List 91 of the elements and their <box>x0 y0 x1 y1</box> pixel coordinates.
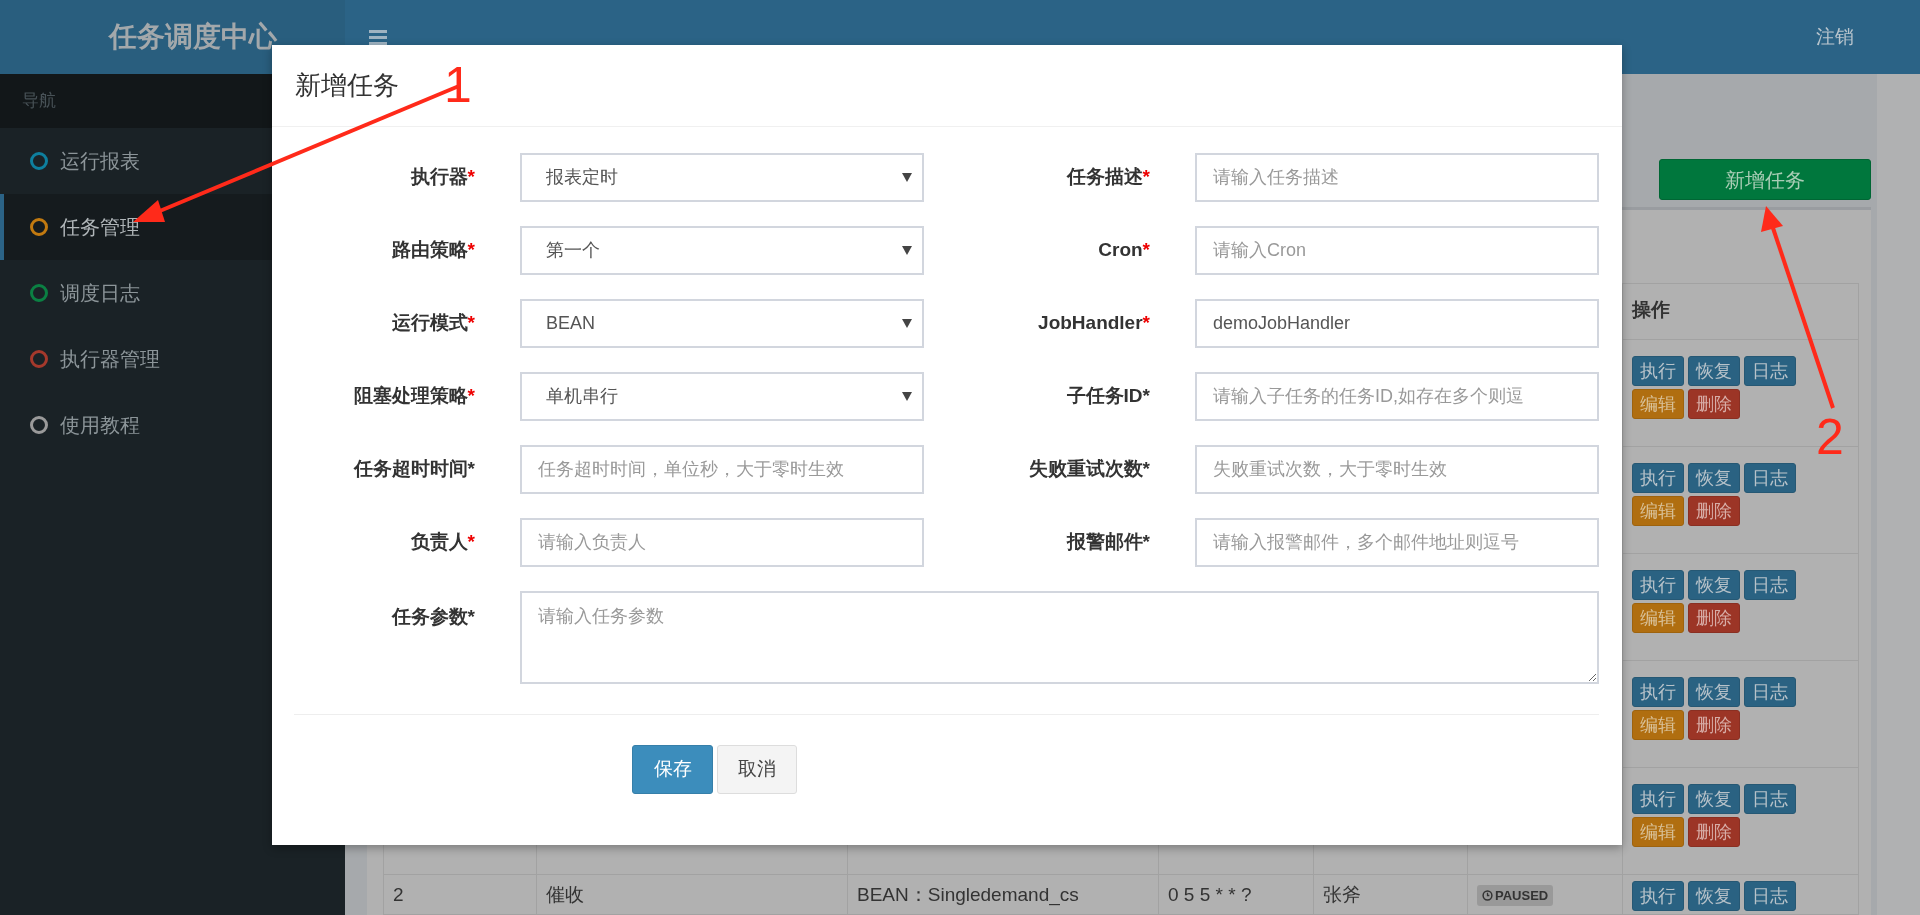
action-button[interactable]: 恢复 <box>1688 881 1740 911</box>
circle-icon <box>30 218 48 236</box>
input-field[interactable]: 请输入任务描述 <box>1195 153 1599 202</box>
action-button[interactable]: 日志 <box>1744 356 1796 386</box>
circle-icon <box>30 284 48 302</box>
action-button[interactable]: 恢复 <box>1688 463 1740 493</box>
action-button[interactable]: 执行 <box>1632 677 1684 707</box>
sidebar-label: 运行报表 <box>60 149 140 174</box>
action-button[interactable]: 删除 <box>1688 496 1740 526</box>
column-header: 操作 <box>1622 283 1859 340</box>
caret-icon <box>902 319 912 328</box>
caret-icon <box>902 246 912 255</box>
status-label: PAUSED <box>1495 886 1549 905</box>
form-label: 失败重试次数* <box>1028 457 1151 482</box>
table-cell: 张斧 <box>1313 874 1468 915</box>
caret-icon <box>902 173 912 182</box>
add-task-button[interactable]: 新增任务 <box>1659 159 1871 200</box>
action-button[interactable]: 恢复 <box>1688 784 1740 814</box>
circle-icon <box>30 152 48 170</box>
caret-icon <box>902 392 912 401</box>
input-field[interactable]: demoJobHandler <box>1195 299 1599 348</box>
form-label: 任务超时时间* <box>353 457 476 482</box>
action-button[interactable]: 执行 <box>1632 784 1684 814</box>
select-field[interactable]: 报表定时 <box>520 153 924 202</box>
form-label: 运行模式* <box>391 311 476 336</box>
action-button[interactable]: 日志 <box>1744 677 1796 707</box>
annotation-number: 2 <box>1816 412 1844 462</box>
annotation-number: 1 <box>444 60 472 110</box>
table-cell: 催收 <box>536 874 848 915</box>
input-field[interactable]: 请输入子任务的任务ID,如存在多个则逗 <box>1195 372 1599 421</box>
form-label: 子任务ID* <box>1066 384 1151 409</box>
input-field[interactable]: 请输入Cron <box>1195 226 1599 275</box>
dialog-title: 新增任务 <box>295 69 399 102</box>
action-button[interactable]: 编辑 <box>1632 603 1684 633</box>
sidebar-item[interactable]: 调度日志 <box>0 260 345 326</box>
action-button[interactable]: 删除 <box>1688 603 1740 633</box>
circle-icon <box>30 350 48 368</box>
form-label: JobHandler* <box>1038 311 1151 336</box>
form-label: 报警邮件* <box>1066 530 1151 555</box>
form-label: 阻塞处理策略* <box>353 384 476 409</box>
action-button[interactable]: 执行 <box>1632 463 1684 493</box>
action-button[interactable]: 执行 <box>1632 356 1684 386</box>
action-button[interactable]: 编辑 <box>1632 496 1684 526</box>
nav-header: 导航 <box>22 90 56 113</box>
form-label: 路由策略* <box>391 238 476 263</box>
action-button[interactable]: 日志 <box>1744 784 1796 814</box>
clock-icon <box>1482 890 1493 901</box>
action-button[interactable]: 恢复 <box>1688 570 1740 600</box>
sidebar-item[interactable]: 使用教程 <box>0 392 345 458</box>
action-button[interactable]: 恢复 <box>1688 356 1740 386</box>
sidebar-label: 执行器管理 <box>60 347 160 372</box>
input-field[interactable]: 请输入报警邮件，多个邮件地址则逗号 <box>1195 518 1599 567</box>
sidebar-item[interactable]: 运行报表 <box>0 128 345 194</box>
logout-link[interactable]: 注销 <box>1816 22 1854 52</box>
form-label: 执行器* <box>410 165 476 190</box>
action-button[interactable]: 编辑 <box>1632 817 1684 847</box>
action-button[interactable]: 删除 <box>1688 389 1740 419</box>
form-label: 任务描述* <box>1066 165 1151 190</box>
action-button[interactable]: 编辑 <box>1632 710 1684 740</box>
action-button[interactable]: 删除 <box>1688 817 1740 847</box>
form-label: 任务参数* <box>391 605 476 629</box>
scrollbar-track[interactable] <box>1877 74 1920 915</box>
action-button[interactable]: 日志 <box>1744 881 1796 911</box>
action-button[interactable]: 执行 <box>1632 570 1684 600</box>
sidebar-item[interactable]: 执行器管理 <box>0 326 345 392</box>
form-label: 负责人* <box>410 530 476 555</box>
input-field[interactable]: 任务超时时间，单位秒，大于零时生效 <box>520 445 924 494</box>
sidebar-label: 调度日志 <box>60 281 140 306</box>
sidebar-label: 使用教程 <box>60 413 140 438</box>
table-cell: BEAN：Singledemand_cs <box>847 874 1159 915</box>
circle-icon <box>30 416 48 434</box>
save-button[interactable]: 保存 <box>632 745 713 794</box>
input-field[interactable]: 请输入任务参数 <box>520 591 1599 684</box>
select-field[interactable]: 第一个 <box>520 226 924 275</box>
sidebar-label: 任务管理 <box>60 215 140 240</box>
input-field[interactable]: 失败重试次数，大于零时生效 <box>1195 445 1599 494</box>
action-button[interactable]: 删除 <box>1688 710 1740 740</box>
menu-icon[interactable] <box>369 29 387 45</box>
cancel-button[interactable]: 取消 <box>717 745 797 794</box>
action-button[interactable]: 日志 <box>1744 463 1796 493</box>
select-field[interactable]: 单机串行 <box>520 372 924 421</box>
action-button[interactable]: 执行 <box>1632 881 1684 911</box>
table-cell: 2 <box>383 874 537 915</box>
input-field[interactable]: 请输入负责人 <box>520 518 924 567</box>
select-field[interactable]: BEAN <box>520 299 924 348</box>
form-label: Cron* <box>1098 238 1151 263</box>
action-button[interactable]: 恢复 <box>1688 677 1740 707</box>
app-title: 任务调度中心 <box>107 20 277 54</box>
table-cell: 0 5 5 * * ? <box>1158 874 1314 915</box>
action-button[interactable]: 日志 <box>1744 570 1796 600</box>
action-button[interactable]: 编辑 <box>1632 389 1684 419</box>
